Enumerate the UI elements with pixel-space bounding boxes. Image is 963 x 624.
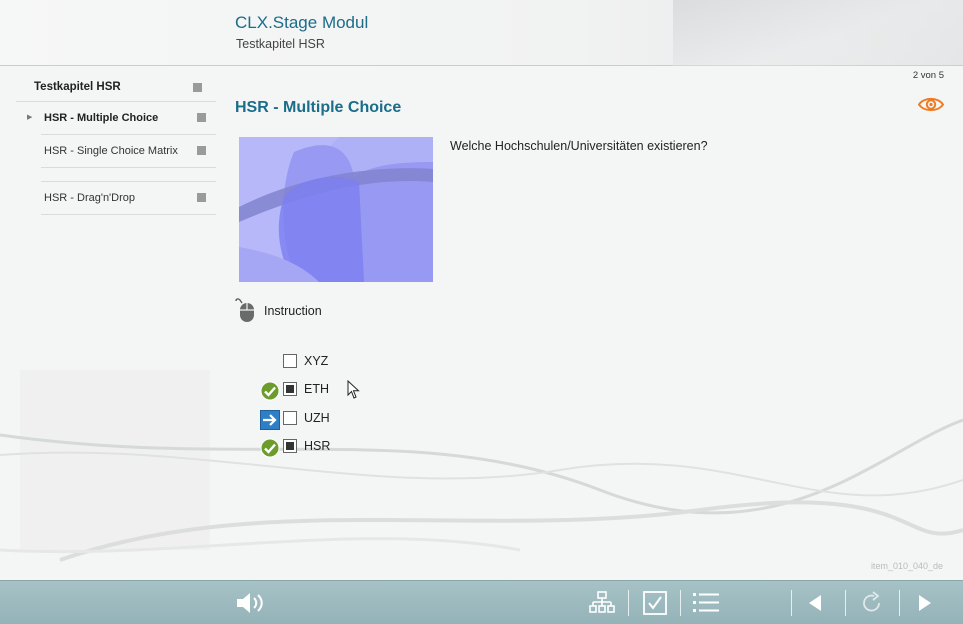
item-id: item_010_040_de bbox=[870, 561, 943, 571]
triangle-right-icon: ▶ bbox=[27, 114, 33, 121]
background-swoosh bbox=[0, 370, 963, 562]
answer-label: ETH bbox=[304, 382, 329, 396]
answer-checkbox[interactable] bbox=[283, 411, 297, 425]
question-text: Welche Hochschulen/Universitäten existie… bbox=[450, 139, 708, 153]
sidebar: Testkapitel HSR ▶ HSR - Multiple Choice … bbox=[16, 72, 216, 215]
next-icon[interactable] bbox=[916, 591, 934, 615]
speaker-icon[interactable] bbox=[235, 591, 269, 615]
toolbar-divider bbox=[680, 590, 681, 616]
checkbox-icon[interactable] bbox=[642, 591, 668, 615]
status-square-icon bbox=[193, 83, 202, 92]
arrow-right-icon bbox=[260, 410, 280, 430]
answer-checkbox[interactable] bbox=[283, 354, 297, 368]
status-square-icon bbox=[197, 146, 206, 155]
sidebar-item-label: HSR - Drag'n'Drop bbox=[44, 192, 136, 204]
toolbar-divider bbox=[791, 590, 792, 616]
list-icon[interactable] bbox=[692, 591, 720, 615]
toolbar-divider bbox=[845, 590, 846, 616]
answer-option-uzh[interactable]: UZH bbox=[258, 408, 458, 430]
sidebar-chapter-label: Testkapitel HSR bbox=[34, 81, 121, 93]
sidebar-item-label: HSR - Multiple Choice bbox=[44, 112, 159, 124]
question-image bbox=[239, 137, 433, 282]
answer-option-xyz[interactable]: XYZ bbox=[258, 351, 458, 373]
answer-label: XYZ bbox=[304, 354, 329, 368]
previous-icon[interactable] bbox=[806, 591, 824, 615]
mouse-icon bbox=[235, 298, 254, 322]
page-counter: 2 von 5 bbox=[912, 70, 944, 81]
answer-label: HSR bbox=[304, 439, 331, 453]
chapter-subtitle: Testkapitel HSR bbox=[236, 37, 325, 51]
status-square-icon bbox=[197, 193, 206, 202]
sidebar-item-empty[interactable] bbox=[41, 168, 216, 182]
bottom-toolbar bbox=[0, 580, 963, 624]
sidebar-item-drag-n-drop[interactable]: HSR - Drag'n'Drop bbox=[41, 182, 216, 215]
sidebar-item-single-choice-matrix[interactable]: HSR - Single Choice Matrix bbox=[41, 135, 216, 168]
eye-icon[interactable] bbox=[918, 96, 944, 113]
app-title: CLX.Stage Modul bbox=[235, 13, 369, 32]
answer-option-hsr[interactable]: HSR bbox=[258, 436, 458, 458]
sidebar-item-multiple-choice[interactable]: ▶ HSR - Multiple Choice bbox=[27, 102, 216, 135]
sidebar-chapter[interactable]: Testkapitel HSR bbox=[16, 72, 216, 102]
header-decoration bbox=[673, 0, 963, 66]
sidebar-item-label: HSR - Single Choice Matrix bbox=[44, 145, 178, 157]
toolbar-divider bbox=[899, 590, 900, 616]
page-title: HSR - Multiple Choice bbox=[235, 99, 402, 116]
toolbar-divider bbox=[628, 590, 629, 616]
instruction-label: Instruction bbox=[264, 304, 322, 318]
header: CLX.Stage Modul Testkapitel HSR bbox=[0, 0, 963, 66]
status-square-icon bbox=[197, 113, 206, 122]
reload-icon[interactable] bbox=[860, 591, 884, 615]
answer-checkbox[interactable] bbox=[283, 382, 297, 396]
answer-checkbox[interactable] bbox=[283, 439, 297, 453]
check-circle-icon bbox=[260, 438, 280, 458]
abstract-graphic bbox=[239, 137, 433, 282]
sitemap-icon[interactable] bbox=[589, 591, 615, 615]
mouse-pointer-icon bbox=[347, 380, 360, 399]
answer-label: UZH bbox=[304, 411, 330, 425]
check-circle-icon bbox=[260, 381, 280, 401]
